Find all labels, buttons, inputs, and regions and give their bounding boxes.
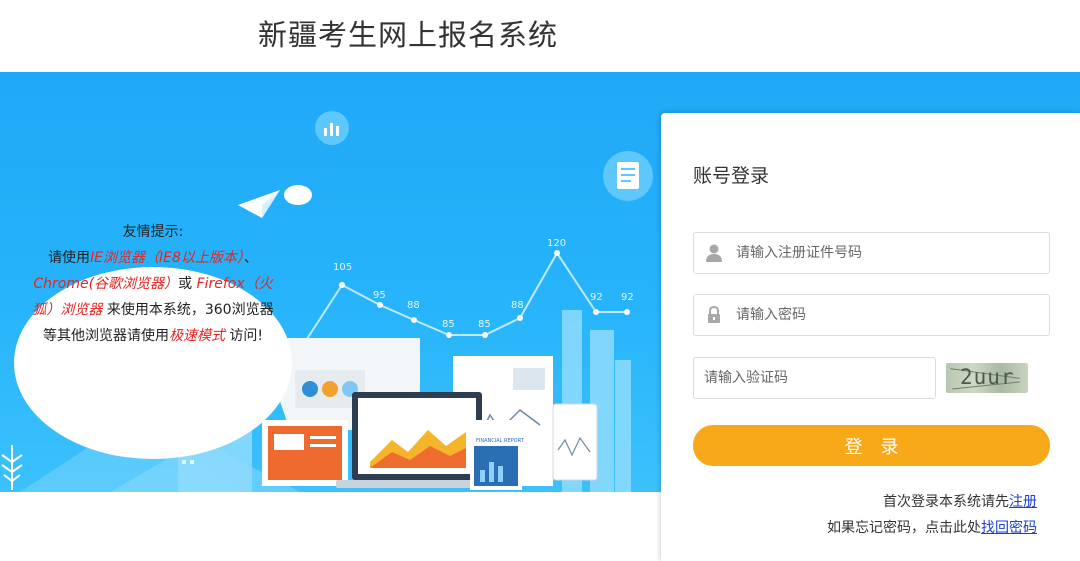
chart-value-label: 120 — [547, 238, 566, 249]
tip-highlight: 狐）浏览器 — [32, 302, 103, 318]
tip-text-segment: 、 — [243, 250, 258, 266]
tip-line: Chrome(谷歌浏览器）或 Firefox（火 — [14, 271, 292, 297]
chart-value-label: 85 — [442, 319, 455, 330]
tip-text: 友情提示: 请使用IE浏览器（IE8以上版本）、 Chrome(谷歌浏览器）或 … — [14, 219, 292, 349]
recover-note-text: 如果忘记密码，点击此处 — [827, 520, 981, 536]
page-title: 新疆考生网上报名系统 — [258, 18, 559, 52]
bar-chart-icon — [315, 111, 349, 145]
login-title: 账号登录 — [693, 165, 770, 187]
tablet-shape — [552, 403, 598, 481]
financial-report-card: FINANCIAL REPORT — [470, 420, 525, 490]
tip-text-segment: 或 — [178, 276, 197, 292]
tip-line: 请使用IE浏览器（IE8以上版本）、 — [14, 245, 292, 271]
password-field[interactable] — [693, 294, 1050, 336]
report-label: FINANCIAL REPORT — [476, 438, 525, 444]
tip-title: 友情提示: — [122, 224, 184, 240]
captcha-text: 2uur — [960, 365, 1015, 389]
recover-note: 如果忘记密码，点击此处找回密码 — [827, 517, 1037, 537]
tip-highlight: IE浏览器（IE8以上版本） — [90, 250, 244, 266]
chart-value-label: 88 — [511, 300, 524, 311]
tip-text-segment: 请使用 — [48, 250, 91, 266]
register-link[interactable]: 注册 — [1009, 494, 1037, 510]
chart-value-label: 88 — [407, 300, 420, 311]
document-icon — [603, 151, 653, 201]
register-note-text: 首次登录本系统请先 — [883, 494, 1009, 510]
tip-highlight: Chrome(谷歌浏览器） — [33, 276, 179, 292]
chart-value-label: 105 — [333, 262, 352, 273]
tip-line: 等其他浏览器请使用极速模式 访问! — [14, 323, 292, 349]
lock-icon — [708, 305, 720, 323]
tip-highlight: 极速模式 — [168, 328, 225, 344]
tip-line: 狐）浏览器 来使用本系统，360浏览器 — [14, 297, 292, 323]
tree-icon — [1, 445, 23, 490]
captcha-image[interactable]: 2uur — [946, 363, 1028, 393]
captcha-input[interactable] — [704, 358, 924, 398]
chart-value-label: 92 — [590, 292, 603, 303]
recover-password-link[interactable]: 找回密码 — [981, 520, 1037, 536]
username-input[interactable] — [736, 233, 1036, 273]
password-input[interactable] — [736, 295, 1036, 335]
username-field[interactable] — [693, 232, 1050, 274]
paper-plane-icon — [238, 185, 312, 218]
chart-value-label: 85 — [478, 319, 491, 330]
orange-card — [262, 420, 348, 486]
header: 新疆考生网上报名系统 — [0, 0, 1080, 72]
tip-text-segment: 来使用本系统，360浏览器 — [102, 302, 274, 318]
tip-text-segment: 等其他浏览器请使用 — [42, 328, 169, 344]
captcha-field[interactable] — [693, 357, 936, 399]
register-note: 首次登录本系统请先注册 — [883, 491, 1037, 511]
user-icon — [706, 244, 722, 262]
chart-value-label: 92 — [621, 292, 634, 303]
tip-highlight: Firefox（火 — [196, 276, 273, 292]
login-button[interactable]: 登录 — [693, 425, 1050, 466]
login-panel: 账号登录 2uur 登录 首次登录本系统请先注册 如果忘记密码，点击此处找回密码 — [661, 113, 1080, 561]
tip-text-segment: 访问! — [224, 328, 264, 344]
chart-value-label: 95 — [373, 290, 386, 301]
